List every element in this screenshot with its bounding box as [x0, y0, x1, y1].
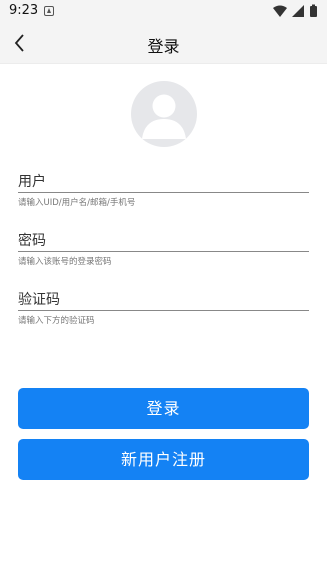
status-time: 9:23: [9, 3, 39, 18]
password-field: 密码 请输入该账号的登录密码: [18, 231, 309, 267]
login-button[interactable]: 登录: [18, 388, 309, 429]
page-title: 登录: [147, 37, 180, 56]
register-button[interactable]: 新用户注册: [18, 439, 309, 480]
download-notification-icon: [44, 6, 54, 16]
captcha-hint: 请输入下方的验证码: [18, 316, 95, 326]
password-input[interactable]: [18, 251, 309, 252]
status-bar: 9:23: [0, 0, 327, 22]
default-avatar-icon: [142, 94, 186, 139]
status-icons: [273, 4, 317, 17]
captcha-input[interactable]: [18, 310, 309, 311]
battery-icon: [310, 4, 317, 17]
signal-icon: [292, 5, 304, 17]
captcha-label: 验证码: [18, 292, 60, 308]
username-field: 用户 请输入UID/用户名/邮箱/手机号: [18, 172, 309, 208]
password-hint: 请输入该账号的登录密码: [18, 257, 112, 267]
avatar[interactable]: [131, 81, 197, 147]
captcha-field: 验证码 请输入下方的验证码: [18, 290, 309, 326]
username-label: 用户: [18, 174, 46, 190]
username-input[interactable]: [18, 192, 309, 193]
wifi-icon: [273, 5, 287, 17]
username-hint: 请输入UID/用户名/邮箱/手机号: [18, 198, 136, 208]
header-bar: 登录: [0, 22, 327, 64]
password-label: 密码: [18, 233, 46, 249]
